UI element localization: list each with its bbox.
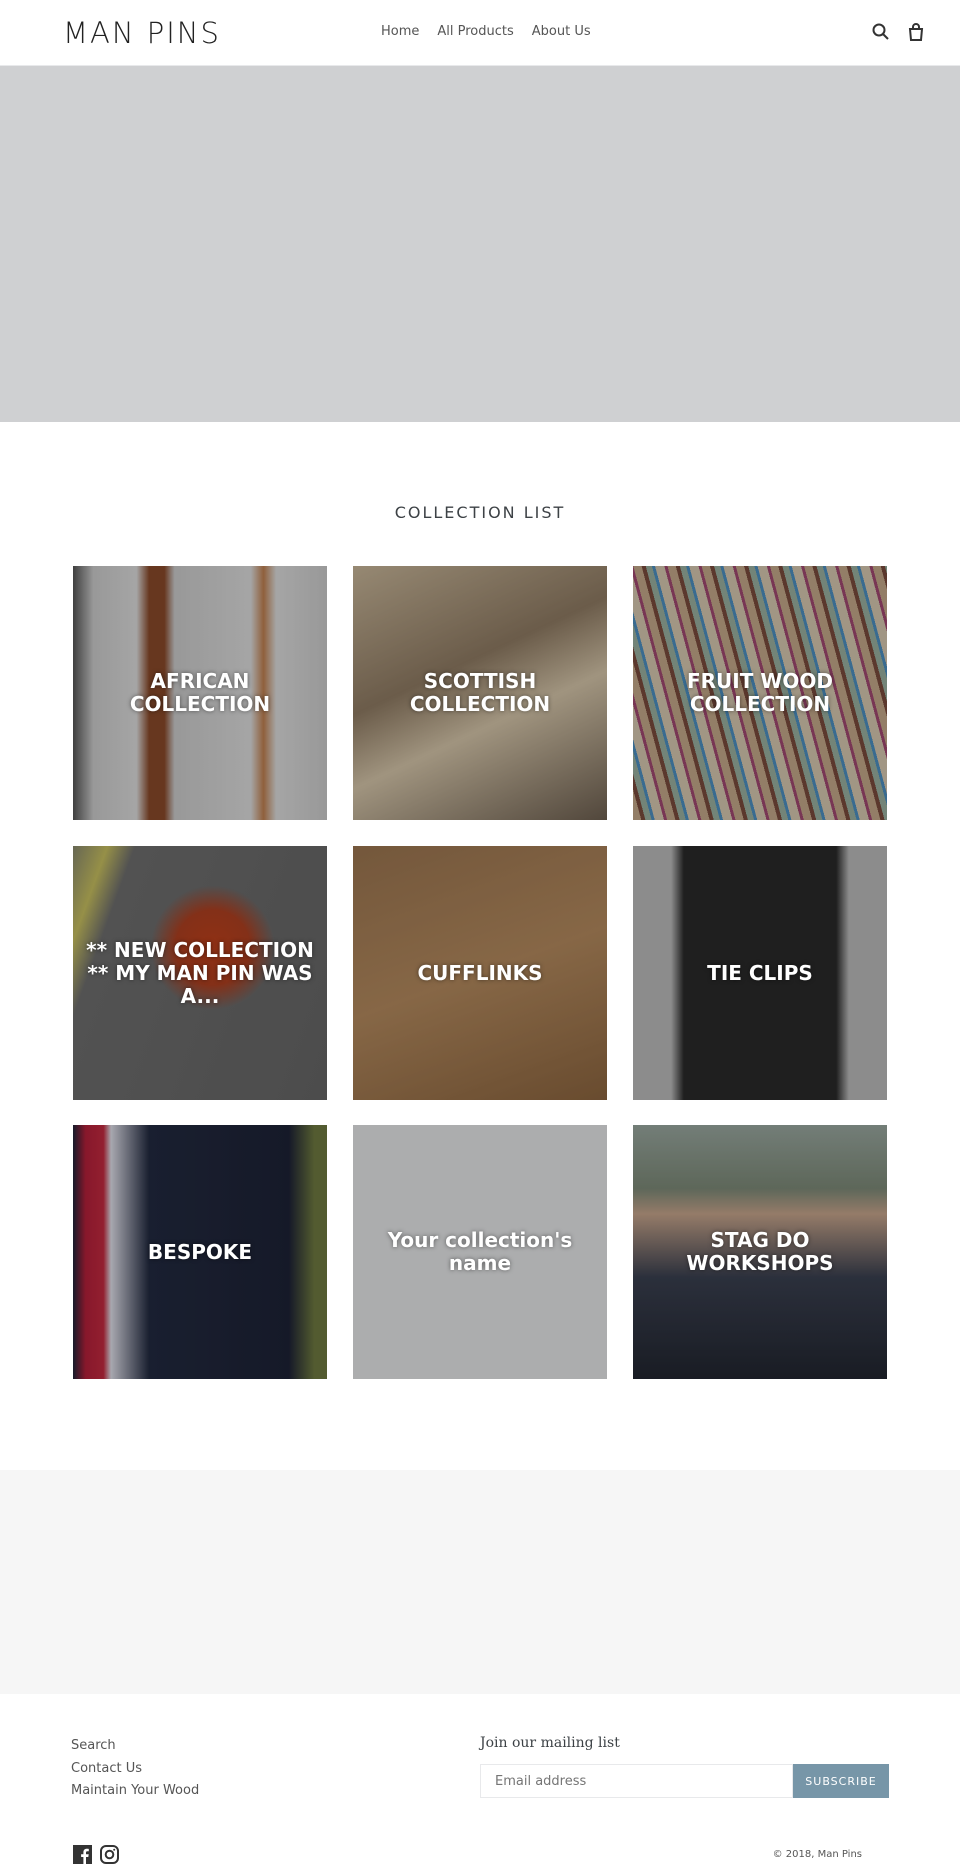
collection-cufflinks[interactable]: CUFFLINKS [353,846,607,1100]
collection-scottish[interactable]: SCOTTISH COLLECTION [353,566,607,820]
footer-link-maintain-wood[interactable]: Maintain Your Wood [71,1780,199,1803]
nav-home[interactable]: Home [381,24,419,39]
mailing-list-title: Join our mailing list [480,1735,620,1751]
collection-label: SCOTTISH COLLECTION [409,669,551,716]
search-icon[interactable] [869,20,893,44]
collection-new[interactable]: ** NEW COLLECTION ** MY MAN PIN WAS A... [73,846,327,1100]
collection-placeholder[interactable]: Your collection's name [353,1125,607,1379]
collection-stag-do[interactable]: STAG DO WORKSHOPS [633,1125,887,1379]
email-input[interactable] [480,1764,793,1798]
site-header: MAN PINS Home All Products About Us [0,0,960,66]
nav-about-us[interactable]: About Us [532,24,591,39]
hero-image-placeholder [0,66,960,422]
instagram-icon[interactable] [100,1845,119,1864]
collection-label: BESPOKE [147,1239,253,1264]
collection-label: CUFFLINKS [417,960,543,985]
copyright: © 2018, Man Pins [772,1849,862,1860]
nav-all-products[interactable]: All Products [437,24,513,39]
empty-section [0,1470,960,1694]
footer-link-search[interactable]: Search [71,1735,199,1758]
footer-link-contact[interactable]: Contact Us [71,1758,199,1781]
footer-links: Search Contact Us Maintain Your Wood [71,1735,199,1803]
section-title: COLLECTION LIST [394,503,566,522]
collection-african[interactable]: AFRICAN COLLECTION [73,566,327,820]
main-nav: Home All Products About Us [381,24,591,39]
cart-icon[interactable] [904,20,928,44]
collection-label: FRUIT WOOD COLLECTION [686,669,833,716]
collection-label: AFRICAN COLLECTION [129,669,271,716]
collection-tie-clips[interactable]: TIE CLIPS [633,846,887,1100]
collection-bespoke[interactable]: BESPOKE [73,1125,327,1379]
collection-fruit-wood[interactable]: FRUIT WOOD COLLECTION [633,566,887,820]
collection-label: ** NEW COLLECTION ** MY MAN PIN WAS A... [86,937,314,1008]
collection-label: STAG DO WORKSHOPS [686,1228,834,1275]
facebook-icon[interactable] [73,1845,92,1864]
site-logo[interactable]: MAN PINS [63,16,221,50]
collection-label: Your collection's name [387,1228,573,1275]
subscribe-button[interactable]: SUBSCRIBE [793,1764,889,1798]
collection-label: TIE CLIPS [707,960,813,985]
